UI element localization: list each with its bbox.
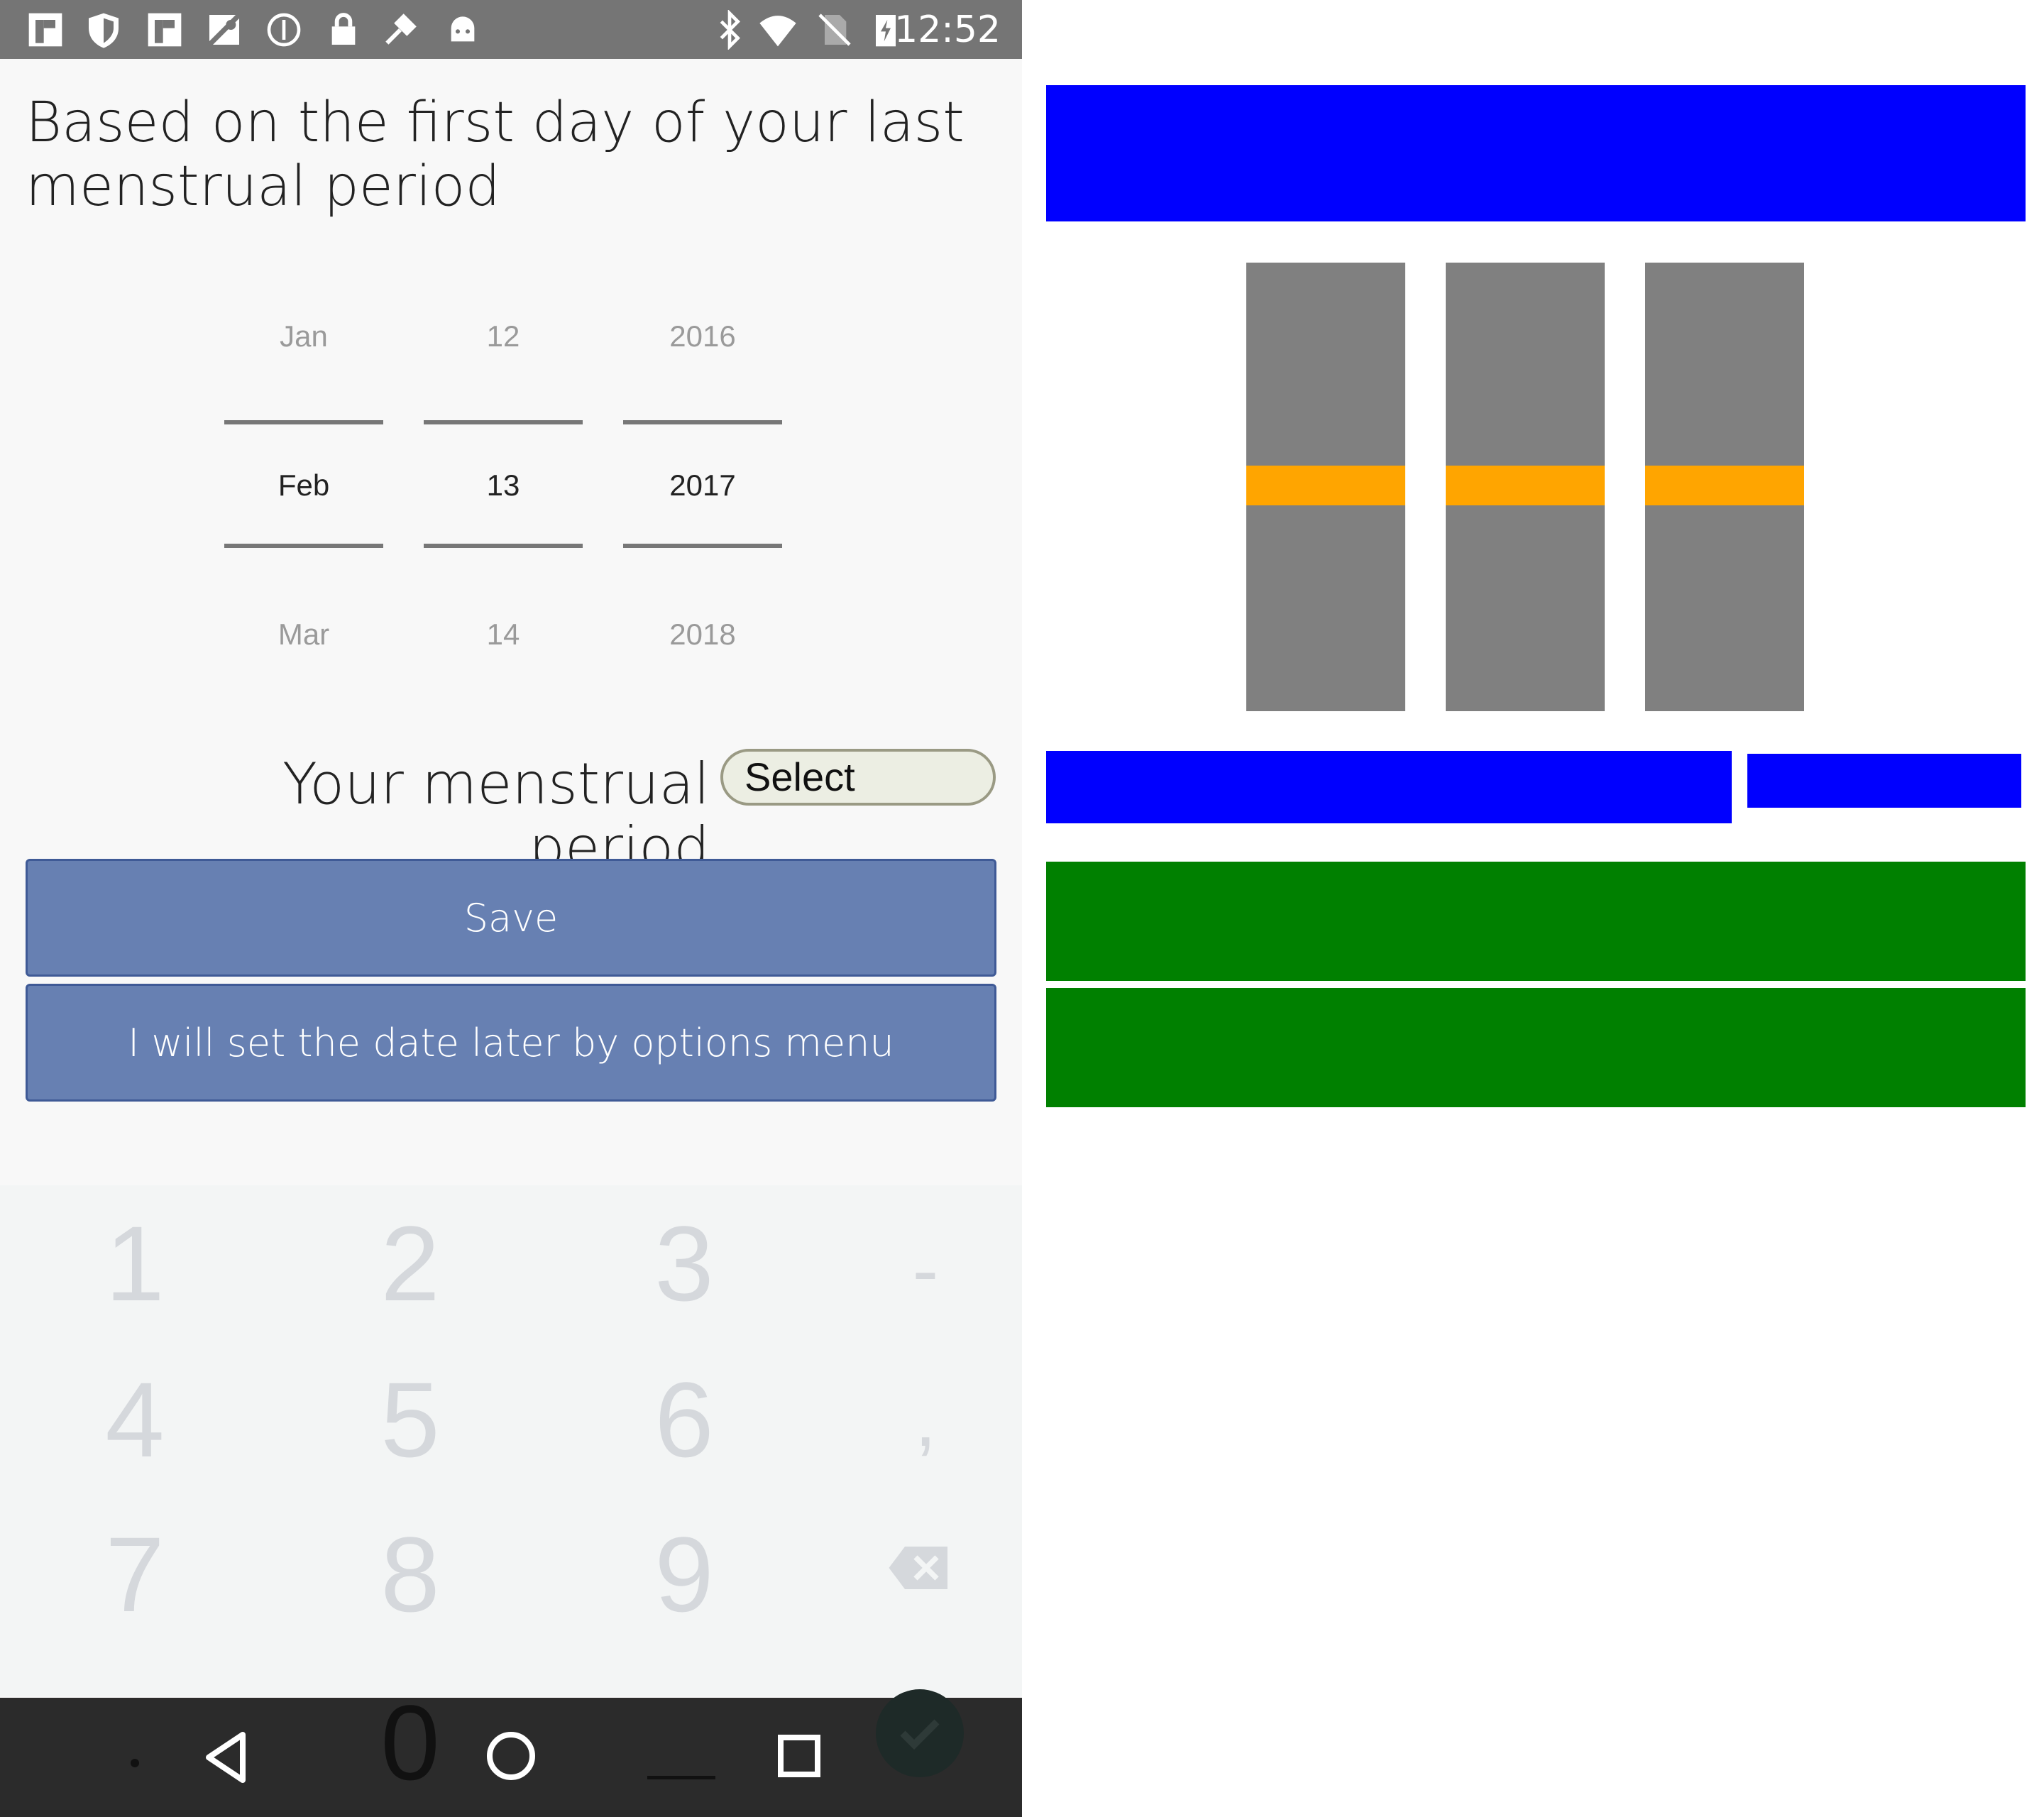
overlay-period-label-block bbox=[1046, 751, 1732, 823]
bluetooth-icon bbox=[720, 10, 740, 50]
month-prev[interactable]: Jan bbox=[224, 319, 383, 353]
nav-dot bbox=[131, 1759, 139, 1767]
home-icon[interactable] bbox=[484, 1729, 538, 1783]
key-5[interactable]: 5 bbox=[346, 1363, 474, 1476]
nav-underscore bbox=[647, 1776, 715, 1779]
overlay-select-block bbox=[1747, 754, 2021, 808]
vpn-icon bbox=[267, 13, 301, 47]
key-8[interactable]: 8 bbox=[346, 1517, 474, 1631]
overlay-later-block bbox=[1046, 988, 2026, 1107]
year-prev[interactable]: 2016 bbox=[623, 319, 782, 353]
year-divider-bottom bbox=[623, 544, 782, 548]
day-divider-top bbox=[424, 420, 583, 424]
backspace-icon[interactable] bbox=[887, 1543, 951, 1593]
check-icon[interactable] bbox=[874, 1688, 965, 1779]
day-divider-bottom bbox=[424, 544, 583, 548]
flipboard-icon bbox=[148, 13, 182, 47]
key-minus[interactable]: - bbox=[862, 1214, 989, 1327]
year-divider-top bbox=[623, 420, 782, 424]
overlay-title-block bbox=[1046, 85, 2026, 221]
status-time: 12:52 bbox=[894, 9, 1001, 51]
no-sim-icon bbox=[818, 13, 851, 46]
overlay-year-selection bbox=[1645, 466, 1804, 505]
recents-icon[interactable] bbox=[776, 1733, 822, 1779]
key-6[interactable]: 6 bbox=[620, 1363, 748, 1476]
key-comma[interactable]: , bbox=[862, 1363, 989, 1476]
key-7[interactable]: 7 bbox=[71, 1517, 199, 1631]
month-selected[interactable]: Feb bbox=[224, 468, 383, 503]
key-4[interactable]: 4 bbox=[71, 1363, 199, 1476]
shield-icon bbox=[89, 13, 119, 48]
numeric-keypad: 1 2 3 - 4 5 6 , 7 8 9 bbox=[0, 1185, 1022, 1696]
set-later-button[interactable]: I will set the date later by options men… bbox=[26, 984, 996, 1102]
day-next[interactable]: 14 bbox=[424, 617, 583, 652]
flipboard-icon bbox=[28, 13, 62, 47]
key-0[interactable]: 0 bbox=[346, 1689, 474, 1796]
overlay-day-selection bbox=[1446, 466, 1605, 505]
month-next[interactable]: Mar bbox=[224, 617, 383, 652]
key-3[interactable]: 3 bbox=[620, 1207, 748, 1320]
status-bar: 12:52 bbox=[0, 0, 1022, 59]
key-2[interactable]: 2 bbox=[346, 1207, 474, 1320]
key-9[interactable]: 9 bbox=[620, 1517, 748, 1631]
maps-icon bbox=[207, 13, 241, 47]
fake-gps-icon bbox=[385, 13, 417, 45]
save-button[interactable]: Save bbox=[26, 859, 996, 977]
lock-icon bbox=[331, 13, 356, 45]
period-select-button[interactable]: Select bbox=[720, 749, 996, 806]
key-1[interactable]: 1 bbox=[71, 1207, 199, 1320]
day-prev[interactable]: 12 bbox=[424, 319, 583, 353]
wifi-icon bbox=[759, 16, 796, 47]
layout-annotation-panel bbox=[1046, 0, 2044, 1817]
page-title: Based on the first day of your last mens… bbox=[26, 91, 965, 219]
back-icon[interactable] bbox=[200, 1729, 251, 1786]
year-next[interactable]: 2018 bbox=[623, 617, 782, 652]
year-selected[interactable]: 2017 bbox=[623, 468, 782, 503]
month-divider-top bbox=[224, 420, 383, 424]
overlay-month-selection bbox=[1246, 466, 1405, 505]
android-icon bbox=[451, 16, 475, 42]
phone-screen: 12:52 Based on the first day of your las… bbox=[0, 0, 1022, 1817]
navigation-bar: 0 bbox=[0, 1689, 1022, 1817]
overlay-save-block bbox=[1046, 862, 2026, 981]
month-divider-bottom bbox=[224, 544, 383, 548]
day-selected[interactable]: 13 bbox=[424, 468, 583, 503]
